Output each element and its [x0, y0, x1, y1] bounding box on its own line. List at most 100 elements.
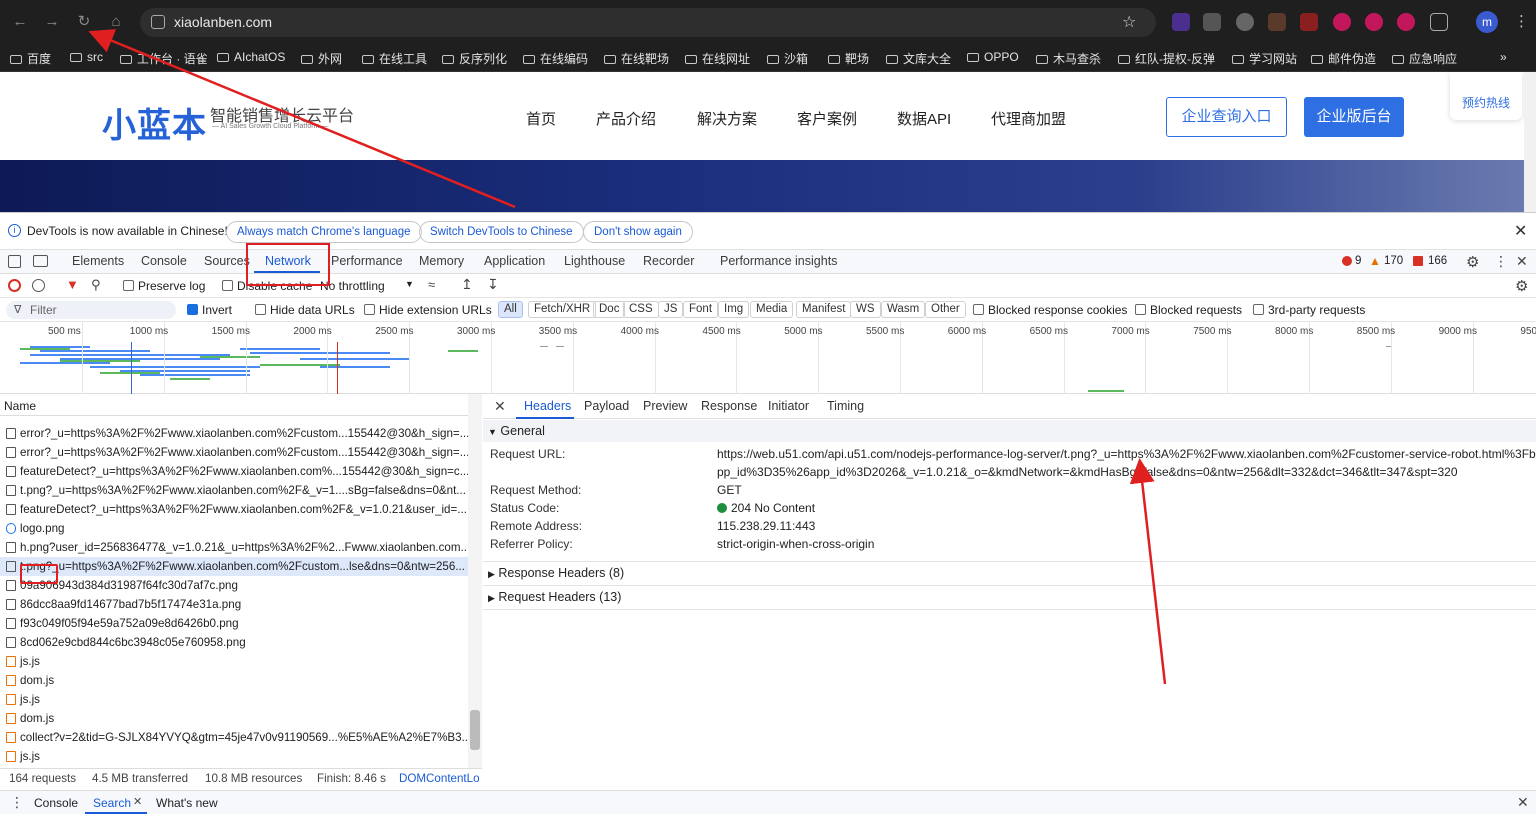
network-overview-timeline[interactable]: 500 ms 1000 ms 1500 ms 2000 ms 2500 ms 3000 m… [0, 322, 1536, 394]
switch-to-chinese-button[interactable]: Switch DevTools to Chinese [419, 221, 584, 243]
request-headers-section[interactable]: ▶ Request Headers (13) [483, 586, 1536, 608]
more-bookmarks-icon[interactable]: » [1500, 50, 1507, 64]
request-row[interactable]: error?_u=https%3A%2F%2Fwww.xiaolanben.co… [0, 443, 468, 462]
back-icon[interactable]: ← [10, 12, 30, 32]
request-row[interactable]: t.png?_u=https%3A%2F%2Fwww.xiaolanben.co… [0, 481, 468, 500]
close-detail-icon[interactable]: ✕ [494, 398, 506, 415]
tab-response[interactable]: Response [701, 399, 757, 413]
type-filter-fetchxhr[interactable]: Fetch/XHR [528, 301, 597, 318]
drawer-tab-search[interactable]: Search [93, 796, 131, 810]
bookmark-item[interactable]: 在线编码 [523, 50, 588, 67]
site-nav-item[interactable]: 首页 [526, 108, 556, 129]
close-devtools-icon[interactable]: ✕ [1516, 253, 1528, 270]
invert-checkbox[interactable]: Invert [187, 303, 232, 317]
bookmark-item[interactable]: 在线工具 [362, 50, 427, 67]
forward-icon[interactable]: → [42, 12, 62, 32]
tab-preview[interactable]: Preview [643, 399, 687, 413]
bookmark-item[interactable]: src [70, 50, 103, 64]
bookmark-item[interactable]: 沙箱 [767, 50, 808, 67]
close-drawer-icon[interactable]: ✕ [1517, 794, 1529, 811]
request-row[interactable]: featureDetect?_u=https%3A%2F%2Fwww.xiaol… [0, 462, 468, 481]
enterprise-admin-button[interactable]: 企业版后台 [1304, 97, 1404, 137]
bookmark-item[interactable]: 学习网站 [1232, 50, 1297, 67]
general-section-header[interactable]: ▼ General [483, 420, 1536, 442]
tab-memory[interactable]: Memory [419, 254, 464, 268]
tab-network[interactable]: Network [265, 254, 311, 268]
site-nav-item[interactable]: 数据API [897, 108, 951, 129]
extension-icon[interactable] [1172, 13, 1190, 31]
enterprise-query-button[interactable]: 企业查询入口 [1166, 97, 1287, 137]
type-filter-doc[interactable]: Doc [593, 301, 626, 318]
tab-headers[interactable]: Headers [524, 399, 571, 413]
tab-performance[interactable]: Performance [331, 254, 403, 268]
site-nav-item[interactable]: 解决方案 [697, 108, 757, 129]
name-column-header[interactable]: Name ▲ [0, 394, 478, 416]
tab-elements[interactable]: Elements [72, 254, 124, 268]
request-row[interactable]: js.js [0, 652, 468, 671]
type-filter-js[interactable]: JS [658, 301, 684, 318]
bookmark-item[interactable]: 木马查杀 [1036, 50, 1101, 67]
extension-icon[interactable] [1333, 13, 1351, 31]
inspect-element-icon[interactable] [8, 255, 21, 268]
extension-icon[interactable] [1397, 13, 1415, 31]
site-nav-item[interactable]: 客户案例 [797, 108, 857, 129]
throttling-select[interactable]: No throttling [320, 279, 385, 293]
bookmark-item[interactable]: 百度 [10, 50, 51, 67]
tab-payload[interactable]: Payload [584, 399, 629, 413]
extension-icon[interactable] [1365, 13, 1383, 31]
site-logo[interactable]: 小蓝本 [102, 98, 207, 147]
filter-input[interactable]: ∇ Filter [6, 301, 176, 319]
response-headers-section[interactable]: ▶ Response Headers (8) [483, 562, 1536, 584]
extension-icon[interactable] [1203, 13, 1221, 31]
blocked-cookies-checkbox[interactable]: Blocked response cookies [973, 303, 1127, 317]
hide-extension-urls-checkbox[interactable]: Hide extension URLs [364, 303, 492, 317]
search-icon[interactable]: ⚲ [91, 277, 101, 293]
request-row[interactable]: 86dcc8aa9fd14677bad7b5f17474e31a.png [0, 595, 468, 614]
error-count[interactable]: 9 [1355, 255, 1361, 267]
request-row[interactable]: js.js [0, 747, 468, 766]
bookmark-item[interactable]: 红队-提权-反弹 [1118, 50, 1215, 67]
chevron-down-icon[interactable]: ▼ [405, 279, 414, 289]
filter-funnel-icon[interactable]: ▼ [66, 277, 79, 292]
request-list-scrollbar[interactable] [468, 394, 482, 768]
bookmark-item[interactable]: 邮件伪造 [1311, 50, 1376, 67]
address-bar[interactable]: xiaolanben.com ☆ [140, 8, 1156, 37]
settings-gear-icon[interactable]: ⚙ [1466, 253, 1479, 271]
site-nav-item[interactable]: 产品介绍 [596, 108, 656, 129]
dont-show-again-button[interactable]: Don't show again [583, 221, 693, 243]
scrollbar-thumb[interactable] [470, 710, 480, 750]
close-icon[interactable]: ✕ [1514, 221, 1527, 241]
bookmark-item[interactable]: AIchatOS [217, 50, 285, 64]
request-row[interactable]: featureDetect?_u=https%3A%2F%2Fwww.xiaol… [0, 500, 468, 519]
tab-sources[interactable]: Sources [204, 254, 250, 268]
type-filter-img[interactable]: Img [718, 301, 750, 318]
export-har-icon[interactable]: ↧ [487, 276, 499, 293]
warning-count[interactable]: 170 [1384, 255, 1403, 267]
extension-icon[interactable] [1300, 13, 1318, 31]
home-icon[interactable]: ⌂ [106, 12, 126, 32]
reload-icon[interactable]: ↻ [74, 12, 94, 32]
bookmark-item[interactable]: 反序列化 [442, 50, 507, 67]
browser-menu-icon[interactable]: ⋮ [1514, 12, 1529, 30]
device-toolbar-icon[interactable] [33, 255, 48, 267]
extensions-puzzle-icon[interactable] [1430, 13, 1448, 31]
type-filter-ws[interactable]: WS [850, 301, 881, 318]
more-options-icon[interactable]: ⋮ [1494, 253, 1508, 270]
profile-avatar[interactable]: m [1476, 11, 1498, 33]
request-row[interactable]: h.png?user_id=256836477&_v=1.0.21&_u=htt… [0, 538, 468, 557]
extension-icon[interactable] [1236, 13, 1254, 31]
tab-recorder[interactable]: Recorder [643, 254, 694, 268]
issues-count[interactable]: 166 [1428, 255, 1447, 267]
request-row[interactable]: dom.js [0, 709, 468, 728]
clear-icon[interactable] [32, 279, 45, 292]
third-party-checkbox[interactable]: 3rd-party requests [1253, 303, 1365, 317]
type-filter-all[interactable]: All [498, 301, 523, 318]
network-conditions-icon[interactable]: ≈ [428, 277, 435, 292]
tab-console[interactable]: Console [141, 254, 187, 268]
bookmark-item[interactable]: OPPO [967, 50, 1019, 64]
type-filter-media[interactable]: Media [750, 301, 794, 318]
bookmark-item[interactable]: 文库大全 [886, 50, 951, 67]
bookmark-star-icon[interactable]: ☆ [1122, 12, 1136, 32]
type-filter-css[interactable]: CSS [623, 301, 659, 318]
site-nav-item[interactable]: 代理商加盟 [991, 108, 1066, 129]
